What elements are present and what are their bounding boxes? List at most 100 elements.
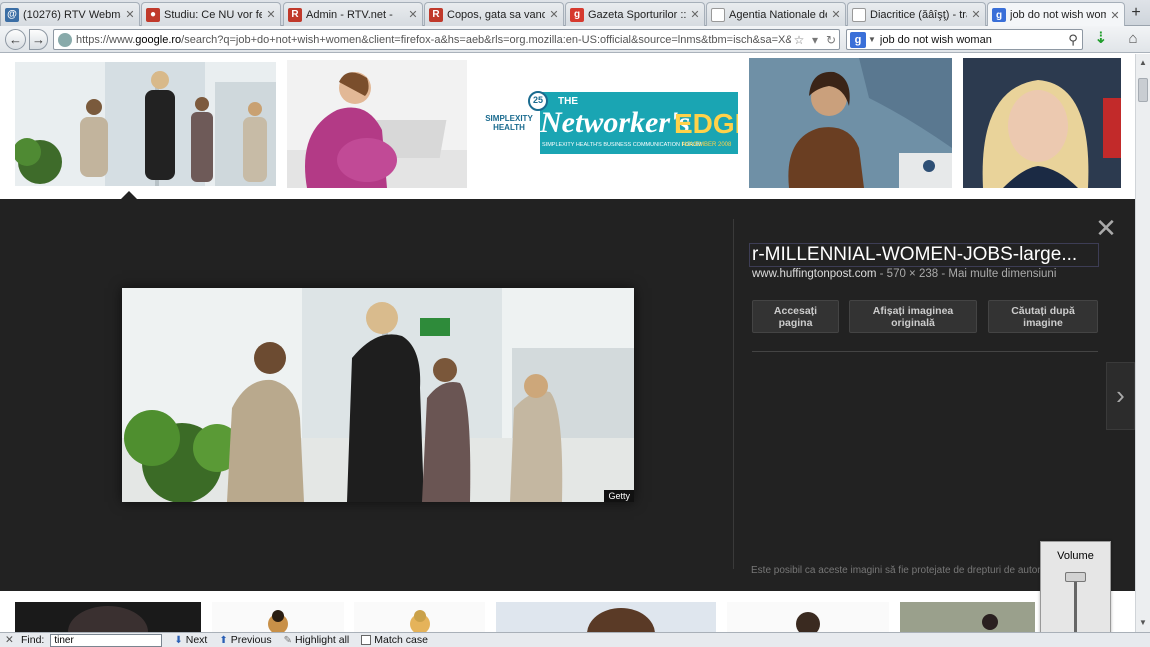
rtv-r-icon: R (288, 7, 302, 22)
preview-title[interactable]: r-MILLENNIAL-WOMEN-JOBS-large... (749, 243, 1099, 267)
history-dropdown-icon[interactable]: ▾ (807, 33, 823, 47)
result-thumbnail[interactable] (287, 60, 467, 188)
close-tab-icon[interactable]: ✕ (408, 8, 418, 21)
volume-track[interactable] (1074, 574, 1077, 634)
bookmark-star-icon[interactable]: ☆ (791, 33, 807, 47)
button-label: Căutați după (1011, 305, 1075, 317)
result-thumbnail[interactable] (749, 58, 952, 188)
result-thumbnail[interactable] (15, 62, 276, 186)
close-tab-icon[interactable]: ✕ (125, 8, 135, 21)
browser-tab[interactable]: R Copos, gata sa vand... ✕ (424, 2, 564, 26)
badge-25: 25 (533, 95, 544, 105)
preview-image[interactable]: Getty (122, 288, 634, 502)
match-case-label: Match case (374, 634, 428, 646)
address-bar[interactable]: https://www.google.ro/search?q=job+do+no… (53, 29, 840, 50)
preview-dimensions[interactable]: - 570 × 238 - Mai multe dimensiuni (876, 268, 1057, 280)
home-icon[interactable]: ⌂ (1124, 30, 1142, 48)
tab-title: Gazeta Sporturilor :: ... (588, 8, 686, 21)
scrollbar-thumb[interactable] (1138, 78, 1148, 102)
illustrated-woman-image (410, 610, 430, 632)
tab-title: Studiu: Ce NU vor fe... (164, 8, 262, 21)
rtv-r-icon: R (429, 7, 443, 22)
arrow-up-icon: ⬆ (219, 634, 228, 646)
engine-dropdown-icon[interactable]: ▼ (868, 35, 876, 44)
browser-tab[interactable]: R Admin - RTV.net - ✕ (283, 2, 423, 26)
search-magnifier-icon[interactable]: ⚲ (1064, 32, 1082, 48)
highlight-all-button[interactable]: ✎ Highlight all (284, 634, 350, 646)
result-thumbnail[interactable] (900, 602, 1035, 632)
next-image-arrow-icon[interactable]: › (1106, 362, 1135, 430)
find-bar: ✕ Find: ⬇ Next ⬆ Previous ✎ Highlight al… (0, 632, 1150, 647)
close-tab-icon[interactable]: ✕ (690, 8, 700, 21)
browser-tab[interactable]: g job do not wish wome... ✕ (987, 2, 1125, 27)
result-thumbnail[interactable] (212, 602, 344, 632)
search-bar[interactable]: g ▼ job do not wish woman ⚲ (846, 29, 1083, 50)
find-next-button[interactable]: ⬇ Next (174, 634, 207, 646)
result-thumbnail[interactable] (727, 602, 889, 632)
reload-icon[interactable]: ↻ (823, 33, 839, 47)
find-previous-label: Previous (230, 634, 272, 646)
result-thumbnail[interactable] (496, 602, 716, 632)
close-icon[interactable]: ✕ (1095, 215, 1117, 241)
scroll-up-icon[interactable]: ▲ (1136, 56, 1150, 70)
close-tab-icon[interactable]: ✕ (971, 8, 981, 21)
outdoor-group-image (900, 602, 1035, 632)
scroll-down-icon[interactable]: ▼ (1136, 616, 1150, 630)
download-icon[interactable]: ⇣ (1092, 30, 1110, 48)
page-icon (852, 7, 866, 22)
panel-divider (733, 219, 734, 569)
search-input[interactable]: job do not wish woman (880, 34, 1064, 46)
result-thumbnail[interactable]: 25 SIMPLEXITY HEALTH THE Networker's EDG… (478, 84, 738, 162)
vertical-scrollbar[interactable]: ▲ ▼ (1135, 54, 1150, 632)
browser-tab[interactable]: Diacritice (ăâîşţ) - tra... ✕ (847, 2, 986, 26)
copyright-notice: Este posibil ca aceste imagini să fie pr… (751, 565, 1043, 576)
close-tab-icon[interactable]: ✕ (266, 8, 276, 21)
browser-tab[interactable]: g Gazeta Sporturilor :: ... ✕ (565, 2, 705, 26)
tab-title: Admin - RTV.net - (306, 8, 393, 21)
match-case-checkbox[interactable]: Match case (361, 634, 428, 646)
smiling-woman-image (587, 608, 655, 632)
url-text[interactable]: https://www.google.ro/search?q=job+do+no… (76, 34, 791, 46)
browser-tab[interactable]: Agentia Nationale de ... ✕ (706, 2, 846, 26)
close-tab-icon[interactable]: ✕ (831, 8, 841, 21)
button-label: originală (891, 317, 935, 329)
result-thumbnail[interactable] (354, 602, 485, 632)
find-previous-button[interactable]: ⬆ Previous (219, 634, 271, 646)
gsp-icon: g (570, 7, 584, 22)
browser-tab[interactable]: ● Studiu: Ce NU vor fe... ✕ (141, 2, 281, 26)
find-input[interactable] (50, 633, 163, 647)
dark-portrait-image (68, 606, 148, 632)
button-label: Afișați imaginea (872, 305, 954, 317)
office-women-walking-image (15, 62, 276, 186)
preview-meta: www.huffingtonpost.com - 570 × 238 - Mai… (752, 268, 1056, 280)
panel-separator (752, 351, 1098, 352)
volume-label: Volume (1057, 550, 1094, 562)
pregnant-woman-image (287, 60, 467, 188)
brand-label: SIMPLEXITY HEALTH (485, 114, 533, 132)
back-button[interactable]: ← (5, 29, 26, 50)
site-identity-icon[interactable] (58, 32, 72, 47)
search-by-image-button[interactable]: Căutați după imagine (988, 300, 1098, 333)
rtv-webmail-icon: @ (5, 7, 19, 22)
navigation-bar: ← → https://www.google.ro/search?q=job+d… (0, 26, 1150, 53)
visit-page-button[interactable]: Accesați pagina (752, 300, 839, 333)
new-tab-button[interactable]: + (1127, 4, 1145, 22)
result-thumbnail[interactable] (15, 602, 201, 632)
checkbox-box[interactable] (361, 635, 372, 645)
preview-site-link[interactable]: www.huffingtonpost.com (752, 268, 876, 280)
result-thumbnail[interactable] (963, 58, 1121, 188)
button-label: imagine (1023, 317, 1063, 329)
view-original-button[interactable]: Afișați imaginea originală (849, 300, 977, 333)
close-tab-icon[interactable]: ✕ (549, 8, 559, 21)
forward-button[interactable]: → (29, 29, 48, 50)
google-engine-icon[interactable]: g (850, 31, 866, 48)
close-tab-icon[interactable]: ✕ (1110, 9, 1120, 22)
office-women-walking-large-image (122, 288, 634, 502)
woman-at-podium-image (749, 58, 952, 188)
highlighter-icon: ✎ (283, 634, 292, 646)
close-find-icon[interactable]: ✕ (5, 634, 15, 646)
illustrated-woman-image (268, 610, 288, 632)
image-credit: Getty (604, 490, 634, 502)
browser-tab[interactable]: @ (10276) RTV Webmail... ✕ (0, 2, 140, 26)
volume-slider-knob[interactable] (1065, 572, 1086, 582)
